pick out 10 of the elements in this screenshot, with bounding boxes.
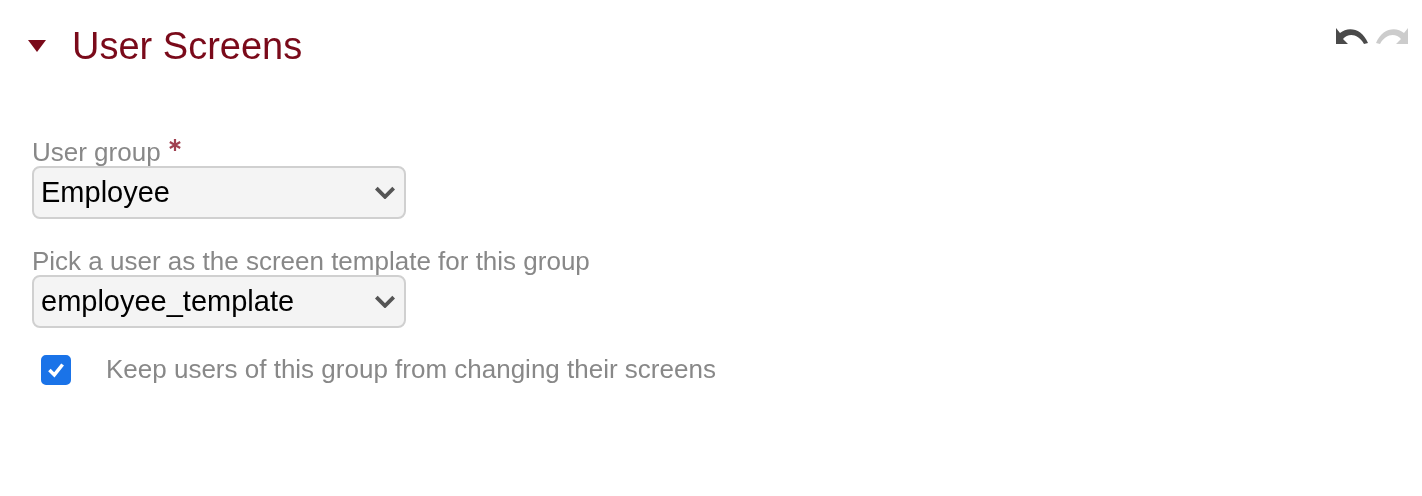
collapse-triangle-icon[interactable] [28,40,46,52]
dropdown-select[interactable]: employee_template [32,275,406,328]
chevron-down-icon [374,186,396,199]
dropdown-select[interactable]: Employee [32,166,406,219]
field-label: User group [32,136,161,168]
checkbox[interactable] [41,354,71,385]
field-label: Pick a user as the screen template for this group [32,245,590,277]
checkbox-label: Keep users of this group from changing their screens [106,354,716,385]
section-title: User Screens [72,24,304,68]
chevron-down-icon [374,295,396,308]
